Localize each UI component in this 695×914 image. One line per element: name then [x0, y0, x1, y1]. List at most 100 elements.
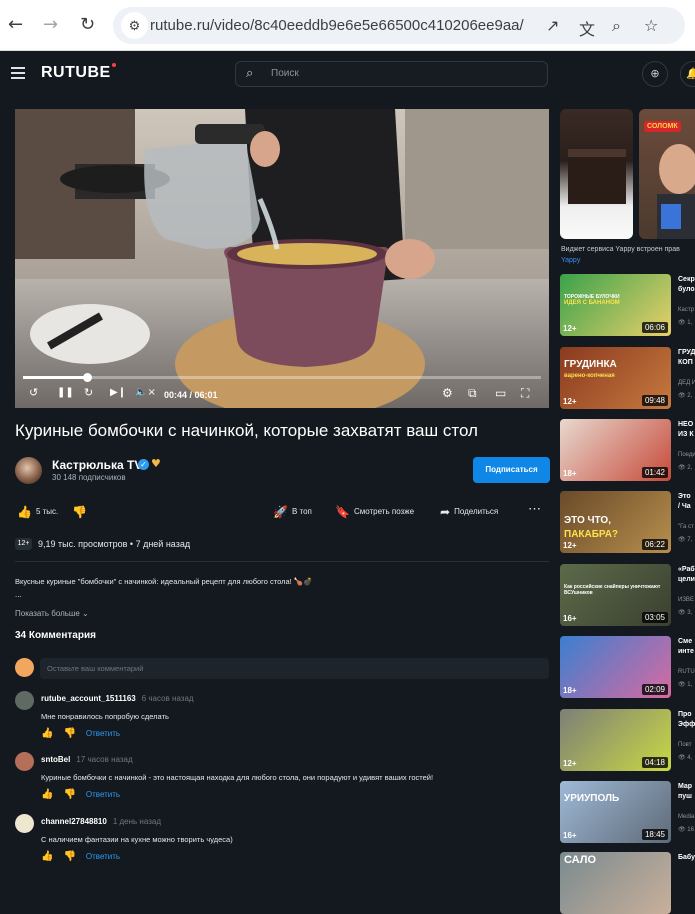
recommendation-thumbnail[interactable]: ТОРОЖНЫЕ БУЛОЧКИ ИДЕЯ С БАНАНОМ 12+ 06:06	[560, 274, 671, 336]
open-in-app-icon[interactable]: ↗	[546, 16, 559, 35]
recommendation-thumbnail[interactable]: УРИУПОЛЬ 16+ 18:45	[560, 781, 671, 843]
comment-like-icon[interactable]: 👍	[41, 851, 53, 862]
recommendation-channel[interactable]: ИЗВЕ	[678, 597, 694, 603]
thumbnail-caption-2: ПАКАБРА?	[564, 529, 619, 540]
recommendation-title-line-2: Эфф	[678, 721, 695, 728]
recommendation-channel[interactable]: "Га ст	[678, 524, 694, 530]
comment-avatar[interactable]	[15, 691, 34, 710]
rutube-logo[interactable]: RUTUBE	[41, 63, 116, 82]
recommendation-title[interactable]: Секр було	[678, 275, 695, 295]
menu-icon[interactable]	[11, 67, 25, 79]
recommendation-thumbnail[interactable]: САЛО	[560, 852, 671, 914]
dislike-button[interactable]: 👎	[72, 505, 91, 519]
bookmark-star-icon[interactable]: ☆	[644, 16, 658, 35]
rewind-10-icon[interactable]: ↺	[29, 386, 38, 400]
top-button[interactable]: 🚀 В топ	[273, 505, 312, 519]
show-more-link[interactable]: Показать больше ⌄	[15, 609, 89, 618]
recommendation-channel[interactable]: Поеди	[678, 452, 695, 458]
recommendation-thumbnail[interactable]: 18+ 01:42	[560, 419, 671, 481]
recommendation-title-line-1: НЕО	[678, 421, 694, 428]
recommendation-thumbnail[interactable]: 12+ 04:18	[560, 709, 671, 771]
recommendation-view-count: 3,	[687, 610, 693, 616]
recommendation-channel[interactable]: RUTU	[678, 669, 695, 675]
share-button[interactable]: ➦ Поделиться	[440, 505, 498, 519]
search-input[interactable]: ⌕ Поиск	[235, 61, 548, 87]
forward-10-icon[interactable]: ↻	[84, 386, 93, 400]
url-text[interactable]: rutube.ru/video/8c40eeddb9e6e5e66500c410…	[150, 17, 524, 34]
current-user-avatar	[15, 658, 34, 677]
fullscreen-icon[interactable]: ⛶	[521, 386, 529, 400]
watch-later-label: Смотреть позже	[353, 507, 415, 516]
comment-author[interactable]: sntoBel	[41, 755, 70, 764]
recommendation-thumbnail[interactable]: ЭТО ЧТО, ПАКАБРА? 12+ 06:22	[560, 491, 671, 553]
reply-button[interactable]: Ответить	[86, 729, 120, 738]
channel-avatar[interactable]	[15, 457, 42, 484]
player-controls: ↺ ❚❚ ↻ ▶❙ 🔈× 00:44 / 06:01 ⚙ ⧉ ▭ ⛶	[15, 372, 549, 408]
yappy-tile[interactable]	[560, 109, 633, 239]
recommendation-channel[interactable]: Повт	[678, 742, 691, 748]
comment-like-icon[interactable]: 👍	[41, 728, 53, 739]
recommendation-title[interactable]: ГРУД КОП	[678, 348, 695, 368]
volume-muted-icon[interactable]: 🔈×	[135, 386, 156, 400]
reload-icon[interactable]: ↻	[80, 14, 95, 36]
address-bar[interactable]: ⚙ rutube.ru/video/8c40eeddb9e6e5e66500c4…	[113, 7, 685, 44]
recommendation-thumbnail[interactable]: Как российские снайперы уничтожают ВСУшн…	[560, 564, 671, 626]
player-time: 00:44 / 06:01	[164, 390, 218, 400]
like-button[interactable]: 👍 5 тыс.	[17, 505, 58, 519]
site-settings-icon[interactable]: ⚙	[121, 12, 148, 39]
translate-icon[interactable]: 文	[579, 16, 595, 40]
recommendation-title[interactable]: Сме инте	[678, 637, 694, 657]
more-actions-icon[interactable]: ⋯	[528, 501, 541, 517]
comment-avatar[interactable]	[15, 752, 34, 771]
progress-bar[interactable]	[23, 373, 541, 382]
progress-knob[interactable]	[82, 373, 92, 382]
comment-like-icon[interactable]: 👍	[41, 789, 53, 800]
comment-dislike-icon[interactable]: 👎	[63, 851, 75, 862]
next-icon[interactable]: ▶❙	[110, 386, 126, 400]
recommendation-duration: 06:06	[641, 322, 668, 333]
forward-icon[interactable]: →	[43, 14, 58, 36]
recommendation-title-line-1: ГРУД	[678, 349, 695, 356]
back-icon[interactable]: ←	[8, 14, 23, 36]
channel-name[interactable]: Кастрюлька TV	[52, 458, 142, 472]
thumbnail-caption-2: ИДЕЯ С БАНАНОМ	[564, 300, 620, 306]
miniplayer-icon[interactable]: ⧉	[468, 386, 477, 400]
comment-avatar[interactable]	[15, 814, 34, 833]
description-ellipsis: ...	[15, 590, 22, 599]
recommendation-title[interactable]: Бабу	[678, 853, 695, 863]
comment-dislike-icon[interactable]: 👎	[63, 728, 75, 739]
zoom-icon[interactable]: ⌕	[612, 16, 621, 36]
comment-author[interactable]: rutube_account_1511163	[41, 694, 136, 703]
theater-mode-icon[interactable]: ▭	[495, 386, 506, 400]
yappy-tile-2[interactable]: СОЛОМК	[639, 109, 695, 239]
recommendation-thumbnail[interactable]: 18+ 02:09	[560, 636, 671, 698]
recommendation-thumbnail[interactable]: ГРУДИНКА варено-копченая 12+ 09:48	[560, 347, 671, 409]
recommendation-channel[interactable]: ДЕД И	[678, 380, 695, 386]
video-frame-illustration	[15, 109, 549, 408]
reply-button[interactable]: Ответить	[86, 852, 120, 861]
comment-input[interactable]: Оставьте ваш комментарий	[40, 658, 549, 679]
browser-toolbar: ← → ↻ ⚙ rutube.ru/video/8c40eeddb9e6e5e6…	[0, 0, 695, 51]
recommendation-views: 👁 4,	[678, 755, 693, 761]
recommendation-title[interactable]: Это / Ча	[678, 492, 691, 512]
recommendation-title[interactable]: Про Эфф	[678, 710, 695, 730]
yappy-link[interactable]: Yappy	[561, 257, 580, 264]
pause-icon[interactable]: ❚❚	[57, 386, 74, 400]
reply-button[interactable]: Ответить	[86, 790, 120, 799]
comment-author[interactable]: channel27848810	[41, 817, 107, 826]
recommendation-channel[interactable]: Media	[678, 814, 694, 820]
video-player[interactable]	[15, 109, 549, 408]
settings-icon[interactable]: ⚙	[442, 386, 453, 400]
recommendation-title[interactable]: Мар пуш	[678, 782, 692, 802]
recommendation-title[interactable]: «Раб цели	[678, 565, 695, 585]
recommendation-channel[interactable]: Кастр	[678, 307, 694, 313]
recommendation-views: 👁 1,	[678, 682, 693, 688]
recommendation-view-count: 2,	[687, 393, 693, 399]
recommendation-age: 18+	[563, 469, 577, 478]
view-count: 9,19 тыс. просмотров	[38, 539, 128, 549]
watch-later-button[interactable]: 🔖 Смотреть позже	[335, 505, 414, 519]
subscribe-button[interactable]: Подписаться	[473, 457, 550, 483]
recommendation-title[interactable]: НЕО ИЗ К	[678, 420, 694, 440]
comment-dislike-icon[interactable]: 👎	[63, 789, 75, 800]
upload-icon[interactable]: ⊕	[642, 61, 668, 87]
